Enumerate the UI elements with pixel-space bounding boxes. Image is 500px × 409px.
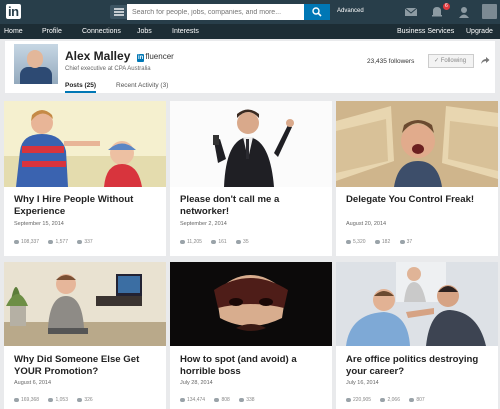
likes-icon [380, 398, 386, 402]
menu-icon[interactable] [110, 5, 128, 19]
tab-posts[interactable]: Posts (25) [65, 81, 97, 93]
views-icon [14, 240, 19, 244]
nav-interests[interactable]: Interests [172, 27, 199, 36]
post-date: September 2, 2014 [180, 221, 227, 227]
post-image-businessman-on-phone[interactable] [170, 101, 332, 187]
top-bar: in Advanced 6 [0, 0, 500, 24]
share-icon[interactable] [480, 56, 490, 65]
likes-icon [48, 398, 54, 402]
messages-icon[interactable] [404, 5, 418, 19]
influencer-badge: in fluencer [137, 52, 174, 62]
nav-jobs[interactable]: Jobs [137, 27, 152, 36]
post-stats: 169,368 1,053 326 [14, 397, 101, 403]
notification-badge: 6 [443, 3, 450, 10]
views-icon [180, 398, 185, 402]
profile-header: Alex Malley in fluencer Chief executive a… [5, 41, 495, 93]
search-input[interactable] [127, 4, 304, 20]
following-button[interactable]: ✓ Following [428, 54, 474, 68]
job-title: Chief executive at CPA Australia [65, 66, 151, 72]
post-title[interactable]: Please don't call me a networker! [180, 194, 330, 218]
post-image-children-scene[interactable] [4, 101, 166, 187]
nav-upgrade[interactable]: Upgrade [466, 27, 493, 36]
post-title[interactable]: Why I Hire People Without Experience [14, 194, 164, 218]
search-button[interactable] [304, 4, 330, 20]
post-image-man-with-papers[interactable] [336, 101, 498, 187]
likes-icon [211, 240, 217, 244]
likes-icon [374, 240, 380, 244]
views-icon [346, 398, 351, 402]
views-icon [180, 240, 185, 244]
comments-icon [239, 398, 245, 402]
post-card[interactable]: Are office politics destroying your care… [336, 262, 498, 409]
nav-profile[interactable]: Profile [42, 27, 62, 36]
post-title[interactable]: Are office politics destroying your care… [346, 354, 496, 378]
post-card[interactable]: How to spot (and avoid) a horrible boss … [170, 262, 332, 409]
post-card[interactable]: Why Did Someone Else Get YOUR Promotion?… [4, 262, 166, 409]
post-image-office-argument[interactable] [336, 262, 498, 346]
likes-icon [48, 240, 54, 244]
post-stats: 220,905 2,066 807 [346, 397, 433, 403]
post-stats: 5,320 182 37 [346, 239, 420, 245]
comments-icon [409, 398, 415, 402]
post-date: September 15, 2014 [14, 221, 64, 227]
comments-icon [399, 240, 405, 244]
nav-business-services[interactable]: Business Services [397, 27, 454, 36]
post-stats: 11,205 161 35 [180, 239, 257, 245]
add-connections-icon[interactable] [457, 5, 471, 19]
avatar[interactable] [482, 4, 497, 19]
post-image-masked-man[interactable] [170, 262, 332, 346]
profile-name[interactable]: Alex Malley [65, 49, 130, 63]
profile-photo[interactable] [14, 44, 58, 84]
post-title[interactable]: Why Did Someone Else Get YOUR Promotion? [14, 354, 164, 378]
post-title[interactable]: Delegate You Control Freak! [346, 194, 496, 206]
nav-connections[interactable]: Connections [82, 27, 121, 36]
search-icon [312, 7, 322, 17]
post-date: July 16, 2014 [346, 380, 379, 386]
tab-recent-activity[interactable]: Recent Activity (3) [116, 81, 168, 90]
post-date: August 20, 2014 [346, 221, 387, 227]
post-date: July 28, 2014 [180, 380, 213, 386]
post-image-crying-child-office[interactable] [4, 262, 166, 346]
advanced-search-link[interactable]: Advanced [337, 8, 364, 14]
comments-icon [77, 398, 83, 402]
nav-home[interactable]: Home [4, 27, 23, 36]
likes-icon [214, 398, 220, 402]
post-date: August 6, 2014 [14, 380, 52, 386]
post-title[interactable]: How to spot (and avoid) a horrible boss [180, 354, 330, 378]
comments-icon [236, 240, 242, 244]
post-card[interactable]: Please don't call me a networker! Septem… [170, 101, 332, 256]
post-stats: 134,474 808 338 [180, 397, 263, 403]
comments-icon [77, 240, 83, 244]
linkedin-logo[interactable]: in [5, 3, 31, 21]
post-stats: 108,337 1,577 337 [14, 239, 101, 245]
views-icon [14, 398, 19, 402]
views-icon [346, 240, 351, 244]
followers-count: 23,435 followers [367, 58, 415, 65]
post-card[interactable]: Delegate You Control Freak! August 20, 2… [336, 101, 498, 256]
main-nav: Home Profile Connections Jobs Interests … [0, 24, 500, 39]
post-card[interactable]: Why I Hire People Without Experience Sep… [4, 101, 166, 256]
notifications-icon[interactable] [430, 5, 444, 19]
